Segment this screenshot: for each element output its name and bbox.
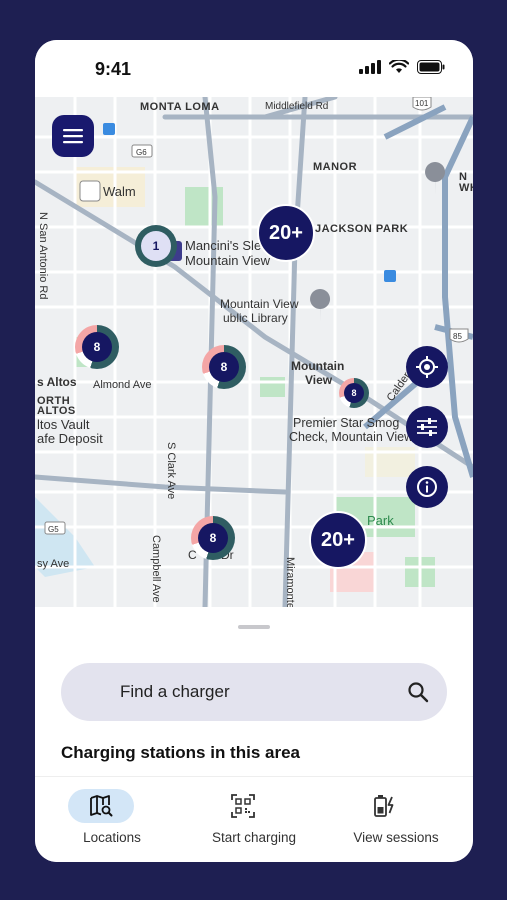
map-view[interactable]: MONTA LOMA Middlefield Rd MANOR JACKSON … [35, 97, 473, 607]
map-label: JACKSON PARK [315, 223, 409, 235]
cluster-count: 8 [344, 383, 364, 403]
map-label: 85 [453, 332, 462, 341]
nav-item-view-sessions[interactable]: View sessions [323, 789, 469, 853]
sliders-icon [417, 418, 437, 436]
nav-pill [210, 789, 276, 823]
menu-icon [63, 129, 83, 144]
nav-label: Start charging [211, 830, 297, 845]
crosshair-icon [416, 356, 438, 378]
nav-label: Locations [83, 830, 141, 845]
map-label: Campbell Ave [150, 535, 162, 603]
status-time: 9:41 [95, 59, 132, 79]
map-label: MONTA LOMA [140, 101, 220, 113]
map-label: Mountain View [185, 253, 271, 268]
wifi-icon [389, 60, 409, 73]
charger-cluster[interactable]: 8 [202, 345, 246, 389]
map-search-icon [90, 795, 113, 817]
nav-pill [352, 789, 418, 823]
info-icon [417, 477, 437, 497]
section-title: Charging stations in this area [61, 743, 300, 762]
map-label: Mountain [291, 359, 345, 373]
menu-button[interactable] [52, 115, 94, 157]
cluster-count: 8 [198, 523, 228, 553]
map-label: MANOR [313, 161, 358, 173]
charger-cluster[interactable]: 8 [339, 378, 369, 408]
phone-frame: 9:41 MONTA LOMA Middlefield Rd MANOR JAC… [35, 40, 473, 862]
cluster-count: 8 [209, 352, 239, 382]
cluster-count: 1 [141, 231, 171, 261]
status-icons [359, 60, 445, 74]
status-bar: 9:41 [35, 40, 473, 97]
map-label: Miramonte [284, 557, 296, 607]
nav-label: View sessions [353, 830, 439, 845]
sheet-drag-handle[interactable] [238, 625, 270, 629]
nav-item-start-charging[interactable]: Start charging [181, 789, 327, 853]
my-location-button[interactable] [406, 346, 448, 388]
info-button[interactable] [406, 466, 448, 508]
map-label: N San Antonio Rd [37, 212, 49, 300]
map-label: ALTOS [37, 405, 76, 417]
nav-item-locations[interactable]: Locations [39, 789, 185, 853]
map-label: ltos Vault [37, 417, 90, 432]
map-label: View [305, 373, 333, 387]
map-label: sy Ave [37, 558, 70, 570]
map-label: Premier Star Smog [293, 416, 400, 430]
bottom-navigation: Locations Start charging View sessions [35, 776, 473, 862]
map-label: G6 [136, 148, 147, 157]
map-label: ublic Library [223, 311, 288, 325]
map-label: Check, Mountain View [289, 430, 414, 444]
map-label: Almond Ave [93, 379, 152, 391]
charger-cluster[interactable]: 8 [191, 516, 235, 560]
map-label: G5 [48, 525, 59, 534]
bottom-sheet: Find a charger Charging stations in this… [35, 607, 473, 776]
qr-scan-icon [231, 794, 255, 818]
nav-pill [68, 789, 134, 823]
charger-cluster[interactable]: 20+ [309, 511, 367, 569]
charger-cluster[interactable]: 1 [135, 225, 177, 267]
cluster-count: 8 [82, 332, 112, 362]
signal-icon [359, 60, 381, 74]
battery-charging-icon [374, 795, 394, 817]
charger-cluster[interactable]: 20+ [257, 204, 315, 262]
map-label: 101 [415, 99, 429, 108]
map-label: Walm [103, 184, 136, 199]
filter-button[interactable] [406, 406, 448, 448]
map-label: Park [367, 513, 394, 528]
map-label: s Altos [37, 375, 77, 389]
search-placeholder: Find a charger [120, 682, 230, 701]
map-label: afe Deposit [37, 431, 103, 446]
search-icon[interactable] [407, 681, 429, 703]
map-label: WHI [459, 182, 473, 194]
map-label: Middlefield Rd [265, 101, 329, 112]
search-input[interactable]: Find a charger [61, 663, 447, 721]
battery-icon [417, 60, 445, 74]
charger-cluster[interactable]: 8 [75, 325, 119, 369]
map-label: S Clark Ave [165, 442, 177, 500]
map-label: Mountain View [220, 297, 299, 311]
